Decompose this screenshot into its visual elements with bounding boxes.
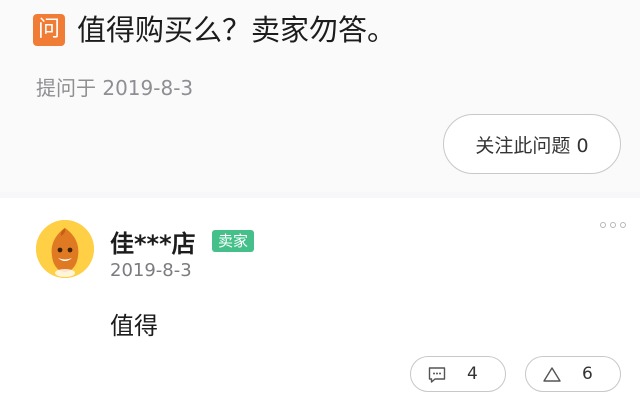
triangle-up-icon	[542, 365, 562, 385]
answerer-name[interactable]: 佳***店	[110, 224, 196, 259]
comment-count: 4	[467, 364, 478, 384]
question-date: 提问于 2019-8-3	[36, 76, 194, 100]
upvote-count: 6	[582, 364, 593, 384]
question-card: 问 值得购买么？卖家勿答。 提问于 2019-8-3 关注此问题 0	[0, 0, 640, 192]
answer-date: 2019-8-3	[110, 260, 192, 281]
follow-question-button[interactable]: 关注此问题 0	[443, 114, 621, 174]
comment-icon	[427, 365, 447, 385]
comment-button[interactable]: 4	[410, 356, 506, 392]
upvote-button[interactable]: 6	[525, 356, 621, 392]
answer-card: 佳***店 卖家 2019-8-3 值得 4 6	[0, 198, 640, 402]
question-title: 值得购买么？卖家勿答。	[77, 13, 397, 47]
seller-badge: 卖家	[212, 230, 254, 252]
question-icon: 问	[33, 14, 65, 46]
avatar[interactable]	[36, 220, 94, 278]
more-dots-icon[interactable]	[600, 220, 626, 230]
answer-text: 值得	[110, 312, 158, 340]
